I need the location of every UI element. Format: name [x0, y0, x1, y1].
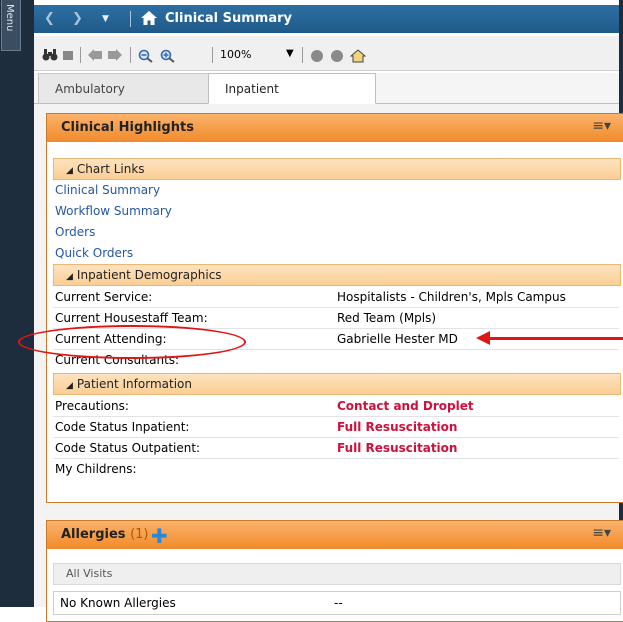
stop-circle-icon[interactable]: [330, 49, 344, 66]
demographics-row: Current Service: Hospitalists - Children…: [55, 287, 621, 307]
zoom-in-icon[interactable]: [160, 49, 176, 66]
row-value: Red Team (Mpls): [337, 311, 437, 325]
chart-links-section[interactable]: ◢ Chart Links: [53, 158, 621, 180]
row-value: Full Resuscitation: [337, 420, 458, 434]
tab-ambulatory[interactable]: Ambulatory: [38, 73, 216, 103]
allergy-row[interactable]: No Known Allergies --: [53, 591, 621, 615]
row-label: My Childrens:: [55, 462, 137, 476]
zoom-out-icon[interactable]: [138, 49, 154, 66]
tab-bar: Ambulatory Inpatient: [34, 73, 619, 104]
zoom-level[interactable]: 100%: [220, 48, 251, 61]
binoculars-icon[interactable]: [42, 49, 58, 64]
patient-info-row: Code Status Inpatient: Full Resuscitatio…: [55, 417, 621, 437]
patient-info-row: My Childrens:: [55, 459, 621, 479]
content-area: Clinical Highlights ≡▾ ◢ Chart Links Clin…: [34, 104, 623, 622]
toolbar-separator: [302, 47, 303, 63]
record-circle-icon[interactable]: [310, 49, 324, 66]
allergy-name: No Known Allergies: [60, 596, 176, 610]
all-visits-label: All Visits: [66, 567, 113, 580]
patient-info-row: Code Status Outpatient: Full Resuscitati…: [55, 438, 621, 458]
link-orders[interactable]: Orders: [55, 222, 95, 242]
section-title: Chart Links: [76, 162, 145, 176]
section-title: Patient Information: [76, 377, 192, 391]
row-label: Current Housestaff Team:: [55, 311, 208, 325]
title-separator: [130, 11, 131, 27]
section-title: Inpatient Demographics: [76, 268, 222, 282]
toolbar-separator: [212, 47, 213, 63]
home-page-icon[interactable]: [349, 49, 367, 66]
collapse-triangle-icon: ◢: [66, 381, 73, 391]
toolbar-separator: [80, 47, 81, 63]
row-value: Contact and Droplet: [337, 399, 474, 413]
row-label: Current Service:: [55, 290, 153, 304]
add-allergy-icon[interactable]: ✚: [151, 524, 168, 548]
link-workflow-summary[interactable]: Workflow Summary: [55, 201, 172, 221]
row-label: Current Consultants:: [55, 353, 180, 367]
link-clinical-summary[interactable]: Clinical Summary: [55, 180, 160, 200]
demographics-row: Current Consultants:: [55, 350, 621, 370]
row-label: Current Attending:: [55, 332, 167, 346]
row-label: Code Status Inpatient:: [55, 420, 190, 434]
allergies-header: Allergies (1) ✚ ≡▾: [47, 521, 623, 549]
forward-arrow-icon[interactable]: ❯: [72, 11, 83, 26]
collapse-triangle-icon: ◢: [66, 272, 73, 282]
patient-information-section[interactable]: ◢ Patient Information: [53, 373, 621, 395]
patient-info-row: Precautions: Contact and Droplet: [55, 396, 621, 416]
annotation-arrow-line: [488, 337, 623, 340]
menu-strip: Menu: [0, 0, 34, 607]
allergies-title: Allergies: [61, 527, 126, 542]
menu-label: Menu: [4, 4, 15, 32]
collapse-triangle-icon: ◢: [66, 166, 73, 176]
title-bar: ❮ ❯ ▼ Clinical Summary: [34, 5, 619, 33]
panel-menu-icon[interactable]: ≡▾: [592, 525, 611, 541]
demographics-row: Current Housestaff Team: Red Team (Mpls): [55, 308, 621, 328]
row-value: Full Resuscitation: [337, 441, 458, 455]
toolbar-separator: [130, 47, 131, 63]
allergies-count: (1): [130, 527, 149, 542]
row-value: Gabrielle Hester MD: [337, 332, 458, 346]
inpatient-demographics-section[interactable]: ◢ Inpatient Demographics: [53, 264, 621, 286]
row-label: Precautions:: [55, 399, 129, 413]
tab-inpatient[interactable]: Inpatient: [208, 73, 376, 104]
allergy-value: --: [334, 596, 343, 610]
clinical-highlights-header: Clinical Highlights ≡▾: [47, 114, 623, 142]
panel-title: Allergies (1): [61, 527, 148, 542]
panel-title: Clinical Highlights: [61, 120, 194, 135]
back-arrow-icon[interactable]: ❮: [44, 11, 55, 26]
clinical-highlights-panel: Clinical Highlights ≡▾ ◢ Chart Links Clin…: [46, 113, 623, 503]
annotation-arrow-icon: [476, 331, 490, 345]
home-icon[interactable]: [140, 9, 158, 30]
link-quick-orders[interactable]: Quick Orders: [55, 243, 133, 263]
history-dropdown-icon[interactable]: ▼: [102, 14, 109, 24]
toolbar: 100% ▼: [34, 36, 619, 71]
all-visits-filter[interactable]: All Visits: [53, 563, 621, 585]
page-forward-icon[interactable]: [108, 49, 122, 64]
print-icon[interactable]: [62, 49, 74, 64]
page-back-icon[interactable]: [88, 49, 102, 64]
menu-button[interactable]: Menu: [1, 0, 21, 51]
row-label: Code Status Outpatient:: [55, 441, 201, 455]
page-title: Clinical Summary: [165, 11, 292, 26]
row-value: Hospitalists - Children's, Mpls Campus: [337, 290, 566, 304]
zoom-dropdown-icon[interactable]: ▼: [286, 48, 294, 59]
panel-menu-icon[interactable]: ≡▾: [592, 118, 611, 134]
